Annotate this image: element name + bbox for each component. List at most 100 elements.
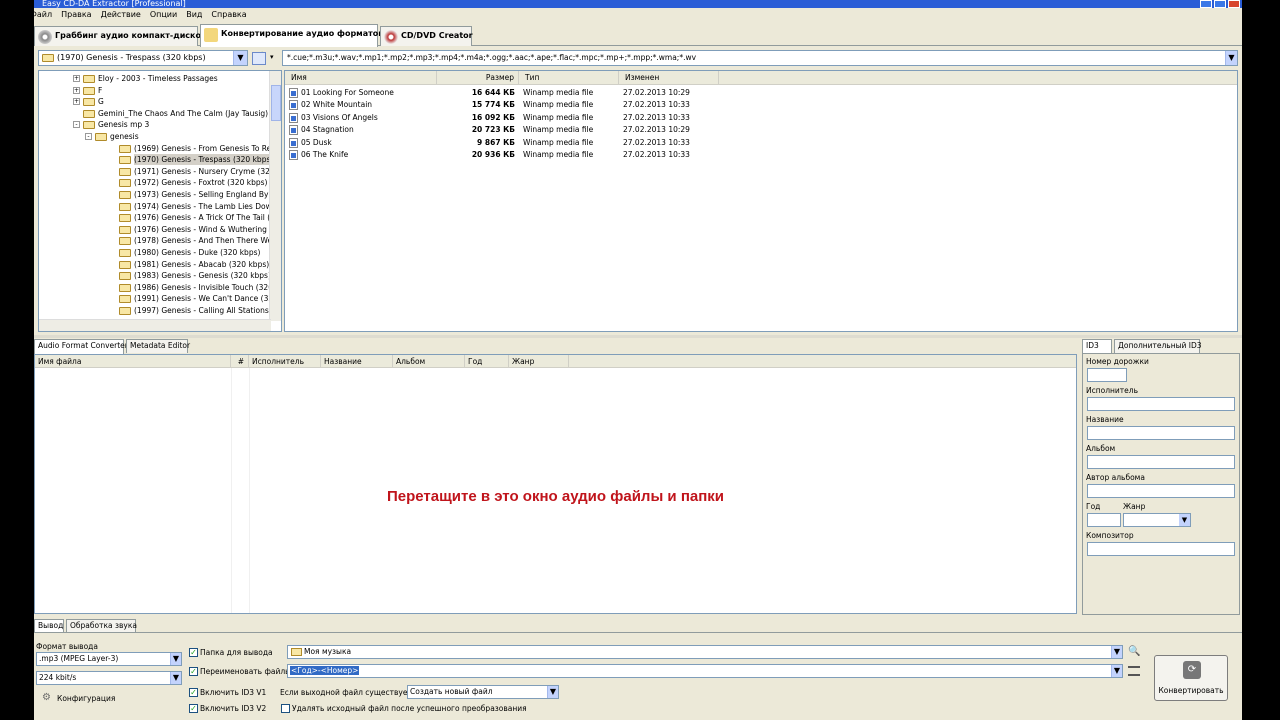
close-button[interactable] — [1228, 0, 1240, 8]
column-modified[interactable]: Изменен — [619, 71, 719, 85]
tab-id3[interactable]: ID3 — [1082, 339, 1112, 354]
tab-cd-ripping[interactable]: Граббинг аудио компакт-дисков — [34, 26, 206, 46]
file-row[interactable]: 05 Dusk 9 867 КБ Winamp media file 27.02.20… — [285, 137, 1237, 149]
file-row[interactable]: 03 Visions Of Angels 16 092 КБ Winamp medi… — [285, 112, 1237, 124]
rename-pattern-select[interactable]: <Год>-<Номер> ▼ — [287, 664, 1123, 678]
file-size: 15 774 КБ — [471, 100, 515, 110]
output-folder-checkbox[interactable]: ✓ — [189, 648, 198, 657]
if-exists-value: Создать новый файл — [410, 687, 493, 696]
maximize-button[interactable] — [1214, 0, 1226, 8]
tab-extended-id3[interactable]: Дополнительный ID3 — [1114, 339, 1202, 353]
chevron-down-icon[interactable]: ▾ — [270, 53, 278, 63]
column-size[interactable]: Размер — [437, 71, 519, 85]
rename-files-checkbox[interactable]: ✓ — [189, 667, 198, 676]
column-album[interactable]: Альбом — [393, 355, 465, 368]
tree-horizontal-scrollbar[interactable] — [39, 319, 271, 331]
rename-pattern-value[interactable]: <Год>-<Номер> — [290, 666, 360, 675]
path-combo[interactable]: (1970) Genesis - Trespass (320 kbps) ▼ — [38, 50, 248, 66]
tree-item-label: (1973) Genesis - Selling England By The … — [134, 190, 269, 199]
column-title[interactable]: Название — [321, 355, 393, 368]
column-number[interactable]: # — [231, 355, 249, 368]
collapse-icon[interactable]: - — [85, 133, 92, 140]
folder-icon — [95, 133, 107, 141]
splitter[interactable] — [34, 335, 1242, 338]
menu-help[interactable]: Справка — [211, 8, 246, 22]
tree-item-label: (1983) Genesis - Genesis (320 kbps) — [134, 271, 269, 281]
browse-folder-icon[interactable]: 🔍 — [1128, 645, 1140, 658]
menu-options[interactable]: Опции — [150, 8, 177, 22]
column-filename[interactable]: Имя файла — [35, 355, 231, 368]
menu-edit[interactable]: Правка — [61, 8, 91, 22]
scroll-thumb[interactable] — [271, 85, 281, 121]
chevron-down-icon[interactable]: ▼ — [170, 653, 181, 665]
id3v1-checkbox[interactable]: ✓ — [189, 688, 198, 697]
convert-button[interactable]: ⟳ Конвертировать — [1154, 655, 1228, 701]
format-label: Формат вывода — [36, 642, 98, 651]
column-name[interactable]: Имя — [285, 71, 437, 85]
file-modified: 27.02.2013 10:33 — [623, 100, 690, 110]
delete-source-checkbox[interactable] — [281, 704, 290, 713]
chevron-down-icon[interactable]: ▼ — [1179, 514, 1190, 526]
file-row[interactable]: 06 The Knife 20 936 КБ Winamp media file 27… — [285, 149, 1237, 161]
file-list[interactable]: Имя Размер Тип Изменен 01 Looking For So… — [284, 70, 1238, 332]
file-type: Winamp media file — [523, 150, 594, 159]
genre-select[interactable]: ▼ — [1123, 513, 1191, 527]
file-row[interactable]: 04 Stagnation 20 723 КБ Winamp media file 2… — [285, 124, 1237, 136]
file-row[interactable]: 01 Looking For Someone 16 644 КБ Winamp me… — [285, 87, 1237, 99]
main-tabs: Граббинг аудио компакт-дисков Конвертиро… — [34, 24, 1242, 47]
chevron-down-icon[interactable]: ▼ — [233, 51, 247, 65]
pattern-list-icon[interactable] — [1128, 666, 1140, 676]
tab-output[interactable]: Вывод — [34, 619, 64, 632]
tree-vertical-scrollbar[interactable] — [269, 71, 281, 321]
configuration-button[interactable]: ⚙ Конфигурация — [42, 692, 132, 706]
view-mode-icon[interactable] — [252, 52, 266, 65]
track-number-field[interactable] — [1087, 368, 1127, 382]
folder-icon — [119, 295, 131, 304]
column-year[interactable]: Год — [465, 355, 509, 368]
album-artist-field[interactable] — [1087, 484, 1235, 498]
disc-icon — [384, 30, 398, 44]
minimize-button[interactable] — [1200, 0, 1212, 8]
conversion-list[interactable]: Имя файла # Исполнитель Название Альбом … — [34, 354, 1077, 614]
if-exists-label: Если выходной файл существует — [280, 688, 412, 697]
expand-icon[interactable]: + — [73, 75, 80, 82]
chevron-down-icon[interactable]: ▼ — [1225, 51, 1237, 65]
chevron-down-icon[interactable]: ▼ — [547, 686, 558, 698]
if-exists-select[interactable]: Создать новый файл ▼ — [407, 685, 559, 699]
expand-icon[interactable]: + — [73, 86, 80, 94]
column-artist[interactable]: Исполнитель — [249, 355, 321, 368]
menu-file[interactable]: Файл — [34, 8, 52, 22]
tab-cd-ripping-label: Граббинг аудио компакт-дисков — [55, 31, 207, 40]
folder-tree[interactable]: + Eloy - 2003 - Timeless Passages + F + G Gemi… — [38, 70, 282, 332]
tab-cd-dvd-creator[interactable]: CD/DVD Creator — [380, 26, 473, 46]
expand-icon[interactable]: + — [73, 98, 80, 106]
folder-icon — [119, 202, 131, 211]
bitrate-select[interactable]: 224 kbit/s ▼ — [36, 671, 182, 685]
tab-audio-converter[interactable]: Конвертирование аудио форматов — [200, 24, 383, 47]
column-type[interactable]: Тип — [519, 71, 619, 85]
convert-label: Конвертировать — [1158, 686, 1224, 695]
chevron-down-icon[interactable]: ▼ — [1111, 646, 1122, 658]
tab-metadata-editor[interactable]: Metadata Editor — [126, 339, 190, 353]
menu-view[interactable]: Вид — [186, 8, 202, 22]
artist-field[interactable] — [1087, 397, 1235, 411]
column-genre[interactable]: Жанр — [509, 355, 569, 368]
chevron-down-icon[interactable]: ▼ — [170, 672, 181, 684]
title-field[interactable] — [1087, 426, 1235, 440]
tree-item-label: (1986) Genesis - Invisible Touch (320 kb… — [134, 282, 269, 292]
file-filter-combo[interactable]: *.cue;*.m3u;*.wav;*.mp1;*.mp2;*.mp3;*.mp… — [282, 50, 1238, 66]
menu-action[interactable]: Действие — [101, 8, 141, 22]
format-select[interactable]: .mp3 (MPEG Layer-3) ▼ — [36, 652, 182, 666]
file-row[interactable]: 02 White Mountain 15 774 КБ Winamp media f… — [285, 99, 1237, 111]
album-field[interactable] — [1087, 455, 1235, 469]
tab-audio-processing[interactable]: Обработка звука — [66, 619, 137, 632]
id3v2-checkbox[interactable]: ✓ — [189, 704, 198, 713]
tab-audio-format-converter[interactable]: Audio Format Converter — [34, 339, 128, 354]
audio-file-icon — [289, 88, 298, 98]
chevron-down-icon[interactable]: ▼ — [1111, 665, 1122, 677]
output-folder-select[interactable]: Моя музыка ▼ — [287, 645, 1123, 659]
composer-field[interactable] — [1087, 542, 1235, 556]
format-value: .mp3 (MPEG Layer-3) — [39, 654, 119, 663]
collapse-icon[interactable]: - — [73, 121, 80, 129]
year-field[interactable] — [1087, 513, 1121, 527]
